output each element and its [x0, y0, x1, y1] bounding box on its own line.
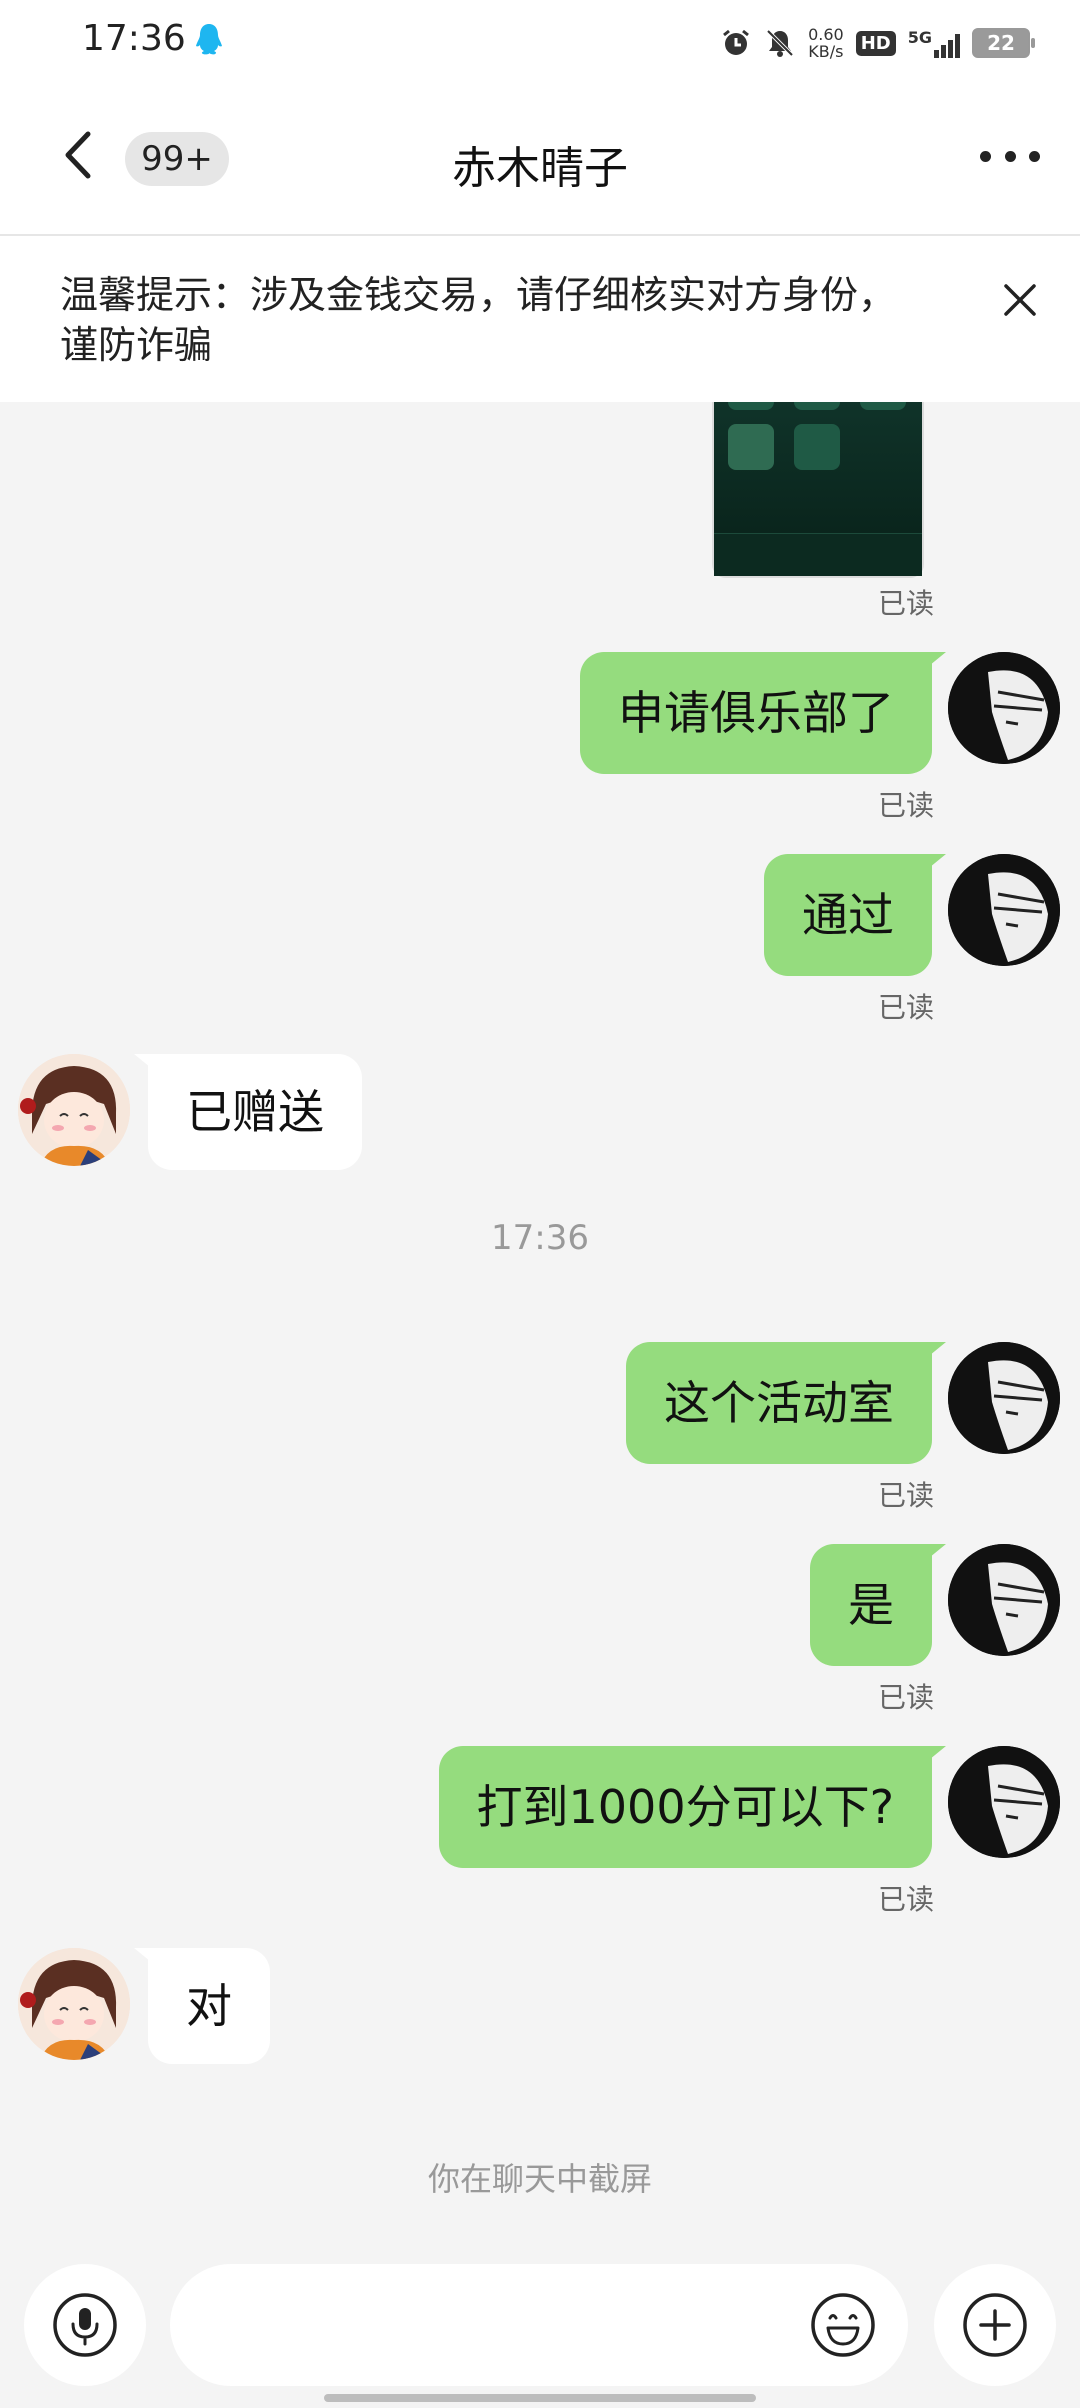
contact-avatar[interactable]: [18, 1054, 130, 1166]
message-input[interactable]: [170, 2264, 908, 2386]
thumb-tab-row: [714, 533, 922, 576]
self-avatar[interactable]: [948, 1544, 1060, 1656]
signal-icon: 5G: [908, 28, 960, 58]
status-time: 17:36: [82, 18, 186, 59]
screenshot-system-note: 你在聊天中截屏: [427, 2160, 652, 2198]
thumb-tile: [794, 424, 840, 470]
network-type: 5G: [907, 28, 932, 47]
thumb-tile: [794, 402, 840, 410]
hd-badge: HD: [855, 30, 896, 56]
outgoing-message[interactable]: 通过: [764, 854, 946, 976]
net-speed-unit: KB/s: [808, 42, 844, 61]
read-receipt: 已读: [877, 587, 934, 620]
alarm-icon: [723, 29, 750, 55]
mute-icon: [766, 29, 794, 57]
outgoing-message[interactable]: 这个活动室: [626, 1342, 946, 1464]
read-receipt: 已读: [877, 1681, 934, 1714]
outgoing-message[interactable]: 是: [810, 1544, 946, 1666]
thumb-tile: [728, 424, 774, 470]
shared-screenshot-image[interactable]: [712, 402, 924, 578]
close-icon[interactable]: [1000, 280, 1040, 320]
self-avatar[interactable]: [948, 1746, 1060, 1858]
voice-button[interactable]: [24, 2264, 146, 2386]
thumb-tile: [728, 402, 774, 410]
incoming-message[interactable]: 对: [134, 1948, 270, 2064]
dot: [1029, 150, 1040, 162]
battery-icon: 22: [972, 28, 1035, 58]
status-icons: 0.60 KB/s HD 5G 22: [720, 20, 1035, 66]
net-speed-value: 0.60: [808, 25, 844, 44]
read-receipt: 已读: [877, 1479, 934, 1512]
more-dots-icon[interactable]: [980, 136, 1040, 176]
chat-title: 赤木晴子: [452, 143, 628, 194]
more-actions-button[interactable]: [934, 2264, 1056, 2386]
self-avatar[interactable]: [948, 854, 1060, 966]
read-receipt: 已读: [877, 789, 934, 822]
time-divider: 17:36: [491, 1218, 589, 1258]
contact-avatar[interactable]: [18, 1948, 130, 2060]
incoming-message[interactable]: 已赠送: [134, 1054, 362, 1170]
input-bar: [0, 2260, 1080, 2408]
dot: [1004, 150, 1016, 162]
microphone-icon: [53, 2293, 117, 2357]
thumb-tile: [860, 402, 906, 410]
chat-header: 99+ 赤木晴子: [0, 88, 1080, 236]
message-list[interactable]: 已读 申请俱乐部了 已读 通过 已读 已赠送 17:36 这个活动室 已读 是 …: [0, 402, 1080, 2260]
status-bar: 17:36 0.60 KB/s HD 5G 22: [0, 0, 1080, 88]
plus-icon: [963, 2293, 1027, 2357]
read-receipt: 已读: [877, 1883, 934, 1916]
outgoing-message[interactable]: 申请俱乐部了: [580, 652, 946, 774]
self-avatar[interactable]: [948, 1342, 1060, 1454]
warning-text: 温馨提示：涉及金钱交易，请仔细核实对方身份，谨防诈骗: [60, 273, 897, 367]
home-indicator[interactable]: [324, 2394, 756, 2402]
dot: [980, 150, 991, 162]
fraud-warning-banner: 温馨提示：涉及金钱交易，请仔细核实对方身份，谨防诈骗: [0, 236, 1080, 402]
outgoing-message[interactable]: 打到1000分可以下?: [438, 1746, 947, 1868]
self-avatar[interactable]: [948, 652, 1060, 764]
qq-notification-icon: [196, 24, 222, 55]
net-speed: 0.60 KB/s: [808, 26, 844, 60]
read-receipt: 已读: [877, 991, 934, 1024]
emoji-icon[interactable]: [810, 2292, 876, 2358]
